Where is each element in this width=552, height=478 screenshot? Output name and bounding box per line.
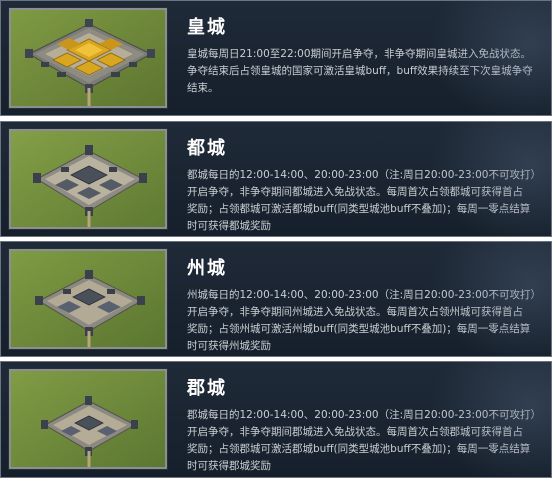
city-title: 州城 — [187, 258, 227, 279]
imperial-city-image — [9, 8, 167, 108]
description-line: 都城每日的12:00-14:00、20:00-23:00（注:周日20:00-2… — [187, 169, 541, 181]
city-description: 都城每日的12:00-14:00、20:00-23:00（注:周日20:00-2… — [187, 167, 545, 235]
city-panel-imperial: 皇城 皇城每周日21:00至22:00期间开启争夺，非争夺期间皇城进入免战状态。… — [0, 0, 552, 116]
description-line: 奖励；占领都城可激活都城buff(同类型城池buff不叠加)；每周一零点结算 — [187, 203, 531, 215]
city-panel-capital: 都城 都城每日的12:00-14:00、20:00-23:00（注:周日20:0… — [0, 121, 552, 237]
capital-city-image — [9, 129, 167, 229]
description-line: 奖励；占领州城可激活州城buff(同类型城池buff不叠加)；每周一零点结算 — [187, 323, 531, 335]
city-description: 州城每日的12:00-14:00、20:00-23:00（注:周日20:00-2… — [187, 287, 545, 355]
city-title: 郡城 — [187, 378, 227, 399]
description-line: 争夺结束后占领皇城的国家可激活皇城buff，buff效果持续至下次皇城争夺 — [187, 65, 533, 77]
description-line: 州城每日的12:00-14:00、20:00-23:00（注:周日20:00-2… — [187, 289, 541, 301]
city-description: 皇城每周日21:00至22:00期间开启争夺，非争夺期间皇城进入免战状态。 争夺… — [187, 46, 545, 97]
description-line: 结束。 — [187, 82, 219, 94]
prefecture-city-image — [9, 249, 167, 349]
description-line: 开启争夺，非争夺期间郡城进入免战状态。每周首次占领郡城可获得首占 — [187, 426, 523, 438]
city-title: 都城 — [187, 138, 227, 159]
city-description: 郡城每日的12:00-14:00、20:00-23:00（注:周日20:00-2… — [187, 407, 545, 475]
commandery-city-image — [9, 369, 167, 469]
description-line: 奖励；占领郡城可激活郡城buff(同类型城池buff不叠加)；每周一零点结算 — [187, 443, 531, 455]
description-line: 郡城每日的12:00-14:00、20:00-23:00（注:周日20:00-2… — [187, 409, 541, 421]
city-panel-prefecture: 州城 州城每日的12:00-14:00、20:00-23:00（注:周日20:0… — [0, 241, 552, 357]
description-line: 时可获得都城奖励 — [187, 220, 271, 232]
description-line: 开启争夺，非争夺期间都城进入免战状态。每周首次占领都城可获得首占 — [187, 186, 523, 198]
description-line: 开启争夺，非争夺期间州城进入免战状态。每周首次占领州城可获得首占 — [187, 306, 523, 318]
city-info-list: 皇城 皇城每周日21:00至22:00期间开启争夺，非争夺期间皇城进入免战状态。… — [0, 0, 552, 478]
city-panel-commandery: 郡城 郡城每日的12:00-14:00、20:00-23:00（注:周日20:0… — [0, 361, 552, 478]
description-line: 时可获得郡城奖励 — [187, 460, 271, 472]
city-title: 皇城 — [187, 17, 227, 38]
description-line: 时可获得州城奖励 — [187, 340, 271, 352]
description-line: 皇城每周日21:00至22:00期间开启争夺，非争夺期间皇城进入免战状态。 — [187, 48, 532, 60]
